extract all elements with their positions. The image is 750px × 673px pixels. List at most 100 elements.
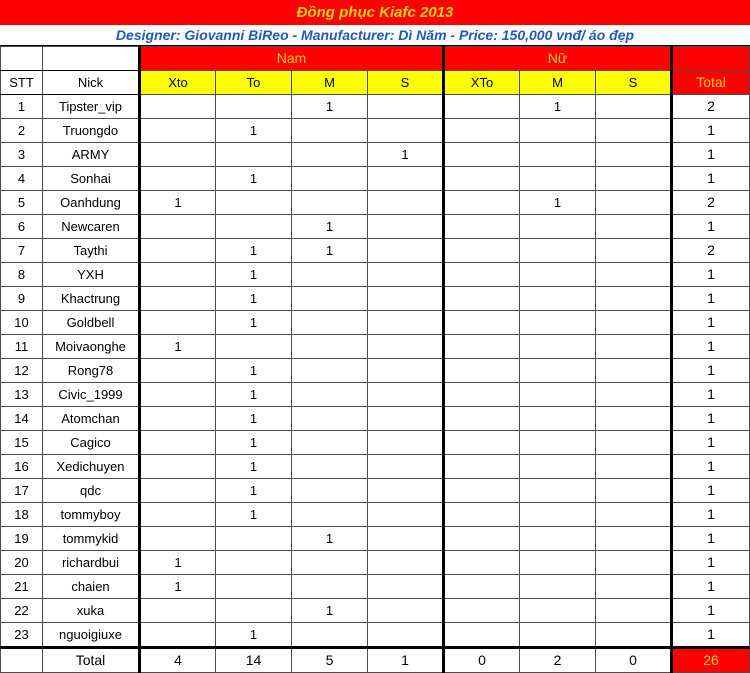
cell-nu-s[interactable] — [594, 550, 674, 575]
cell-nam-s[interactable] — [367, 478, 445, 503]
cell-nam-to[interactable]: 1 — [215, 430, 292, 455]
cell-nam-xto[interactable] — [139, 622, 216, 648]
cell-nam-m[interactable] — [291, 334, 368, 359]
cell-nam-to[interactable] — [215, 526, 292, 551]
cell-nam-to[interactable]: 1 — [215, 622, 292, 648]
cell-nu-s[interactable] — [594, 406, 674, 431]
cell-nam-m[interactable]: 1 — [291, 214, 368, 239]
cell-nu-m[interactable] — [519, 478, 596, 503]
cell-nam-m[interactable] — [291, 118, 368, 143]
cell-nu-xto[interactable] — [443, 166, 520, 191]
cell-nam-s[interactable] — [367, 550, 445, 575]
cell-nam-to[interactable] — [215, 190, 292, 215]
cell-nam-xto[interactable] — [139, 598, 216, 623]
cell-nam-s[interactable] — [367, 502, 445, 527]
cell-nam-s[interactable] — [367, 406, 445, 431]
cell-nam-xto[interactable]: 1 — [139, 334, 216, 359]
cell-nu-s[interactable] — [594, 430, 674, 455]
cell-nu-m[interactable] — [519, 598, 596, 623]
cell-nam-to[interactable] — [215, 550, 292, 575]
cell-nam-xto[interactable]: 1 — [139, 550, 216, 575]
cell-nam-xto[interactable] — [139, 214, 216, 239]
cell-nam-m[interactable] — [291, 574, 368, 599]
cell-nam-s[interactable] — [367, 334, 445, 359]
cell-nu-s[interactable] — [594, 262, 674, 287]
cell-nam-m[interactable] — [291, 286, 368, 311]
cell-nu-m[interactable] — [519, 238, 596, 263]
cell-nam-s[interactable] — [367, 430, 445, 455]
cell-nam-to[interactable]: 1 — [215, 358, 292, 383]
cell-nu-s[interactable] — [594, 502, 674, 527]
cell-nam-s[interactable] — [367, 358, 445, 383]
cell-nam-m[interactable] — [291, 622, 368, 648]
cell-nam-s[interactable] — [367, 118, 445, 143]
cell-nu-xto[interactable] — [443, 598, 520, 623]
cell-nam-s[interactable] — [367, 574, 445, 599]
cell-nu-xto[interactable] — [443, 622, 520, 648]
cell-nu-xto[interactable] — [443, 142, 520, 167]
cell-nu-xto[interactable] — [443, 238, 520, 263]
cell-nu-s[interactable] — [594, 94, 674, 119]
cell-nam-m[interactable] — [291, 166, 368, 191]
cell-nu-xto[interactable] — [443, 118, 520, 143]
cell-nu-xto[interactable] — [443, 334, 520, 359]
cell-nu-s[interactable] — [594, 286, 674, 311]
cell-nam-m[interactable]: 1 — [291, 526, 368, 551]
cell-nu-xto[interactable] — [443, 190, 520, 215]
cell-nam-s[interactable] — [367, 94, 445, 119]
cell-nu-s[interactable] — [594, 142, 674, 167]
cell-nu-s[interactable] — [594, 334, 674, 359]
cell-nu-xto[interactable] — [443, 214, 520, 239]
cell-nu-m[interactable] — [519, 310, 596, 335]
cell-nam-to[interactable]: 1 — [215, 406, 292, 431]
cell-nu-m[interactable] — [519, 382, 596, 407]
cell-nu-s[interactable] — [594, 310, 674, 335]
cell-nu-m[interactable] — [519, 550, 596, 575]
cell-nam-to[interactable]: 1 — [215, 454, 292, 479]
cell-nu-m[interactable] — [519, 166, 596, 191]
cell-nu-m[interactable] — [519, 454, 596, 479]
cell-nam-m[interactable] — [291, 478, 368, 503]
cell-nam-xto[interactable] — [139, 238, 216, 263]
cell-nu-m[interactable] — [519, 142, 596, 167]
cell-nam-m[interactable]: 1 — [291, 598, 368, 623]
cell-nu-xto[interactable] — [443, 382, 520, 407]
cell-nam-to[interactable]: 1 — [215, 310, 292, 335]
cell-nam-to[interactable]: 1 — [215, 262, 292, 287]
cell-nu-m[interactable] — [519, 430, 596, 455]
cell-nu-s[interactable] — [594, 622, 674, 648]
cell-nam-xto[interactable] — [139, 382, 216, 407]
cell-nam-s[interactable]: 1 — [367, 142, 445, 167]
cell-nam-to[interactable] — [215, 94, 292, 119]
cell-nam-m[interactable] — [291, 262, 368, 287]
cell-nam-m[interactable]: 1 — [291, 238, 368, 263]
cell-nam-s[interactable] — [367, 622, 445, 648]
cell-nam-to[interactable]: 1 — [215, 382, 292, 407]
cell-nu-s[interactable] — [594, 214, 674, 239]
cell-nu-s[interactable] — [594, 382, 674, 407]
cell-nam-m[interactable] — [291, 430, 368, 455]
cell-nam-m[interactable] — [291, 406, 368, 431]
cell-nam-xto[interactable] — [139, 502, 216, 527]
cell-nu-s[interactable] — [594, 598, 674, 623]
cell-nu-xto[interactable] — [443, 94, 520, 119]
cell-nu-m[interactable] — [519, 526, 596, 551]
cell-nam-xto[interactable]: 1 — [139, 190, 216, 215]
cell-nu-xto[interactable] — [443, 310, 520, 335]
cell-nu-m[interactable] — [519, 214, 596, 239]
cell-nam-to[interactable] — [215, 598, 292, 623]
cell-nu-xto[interactable] — [443, 502, 520, 527]
cell-nam-s[interactable] — [367, 382, 445, 407]
cell-nam-m[interactable] — [291, 550, 368, 575]
cell-nam-m[interactable] — [291, 502, 368, 527]
cell-nu-m[interactable] — [519, 406, 596, 431]
cell-nu-m[interactable] — [519, 502, 596, 527]
cell-nu-s[interactable] — [594, 166, 674, 191]
cell-nam-s[interactable] — [367, 286, 445, 311]
cell-nam-s[interactable] — [367, 310, 445, 335]
cell-nu-m[interactable] — [519, 118, 596, 143]
cell-nu-s[interactable] — [594, 118, 674, 143]
cell-nu-xto[interactable] — [443, 358, 520, 383]
cell-nu-xto[interactable] — [443, 478, 520, 503]
cell-nam-xto[interactable] — [139, 166, 216, 191]
